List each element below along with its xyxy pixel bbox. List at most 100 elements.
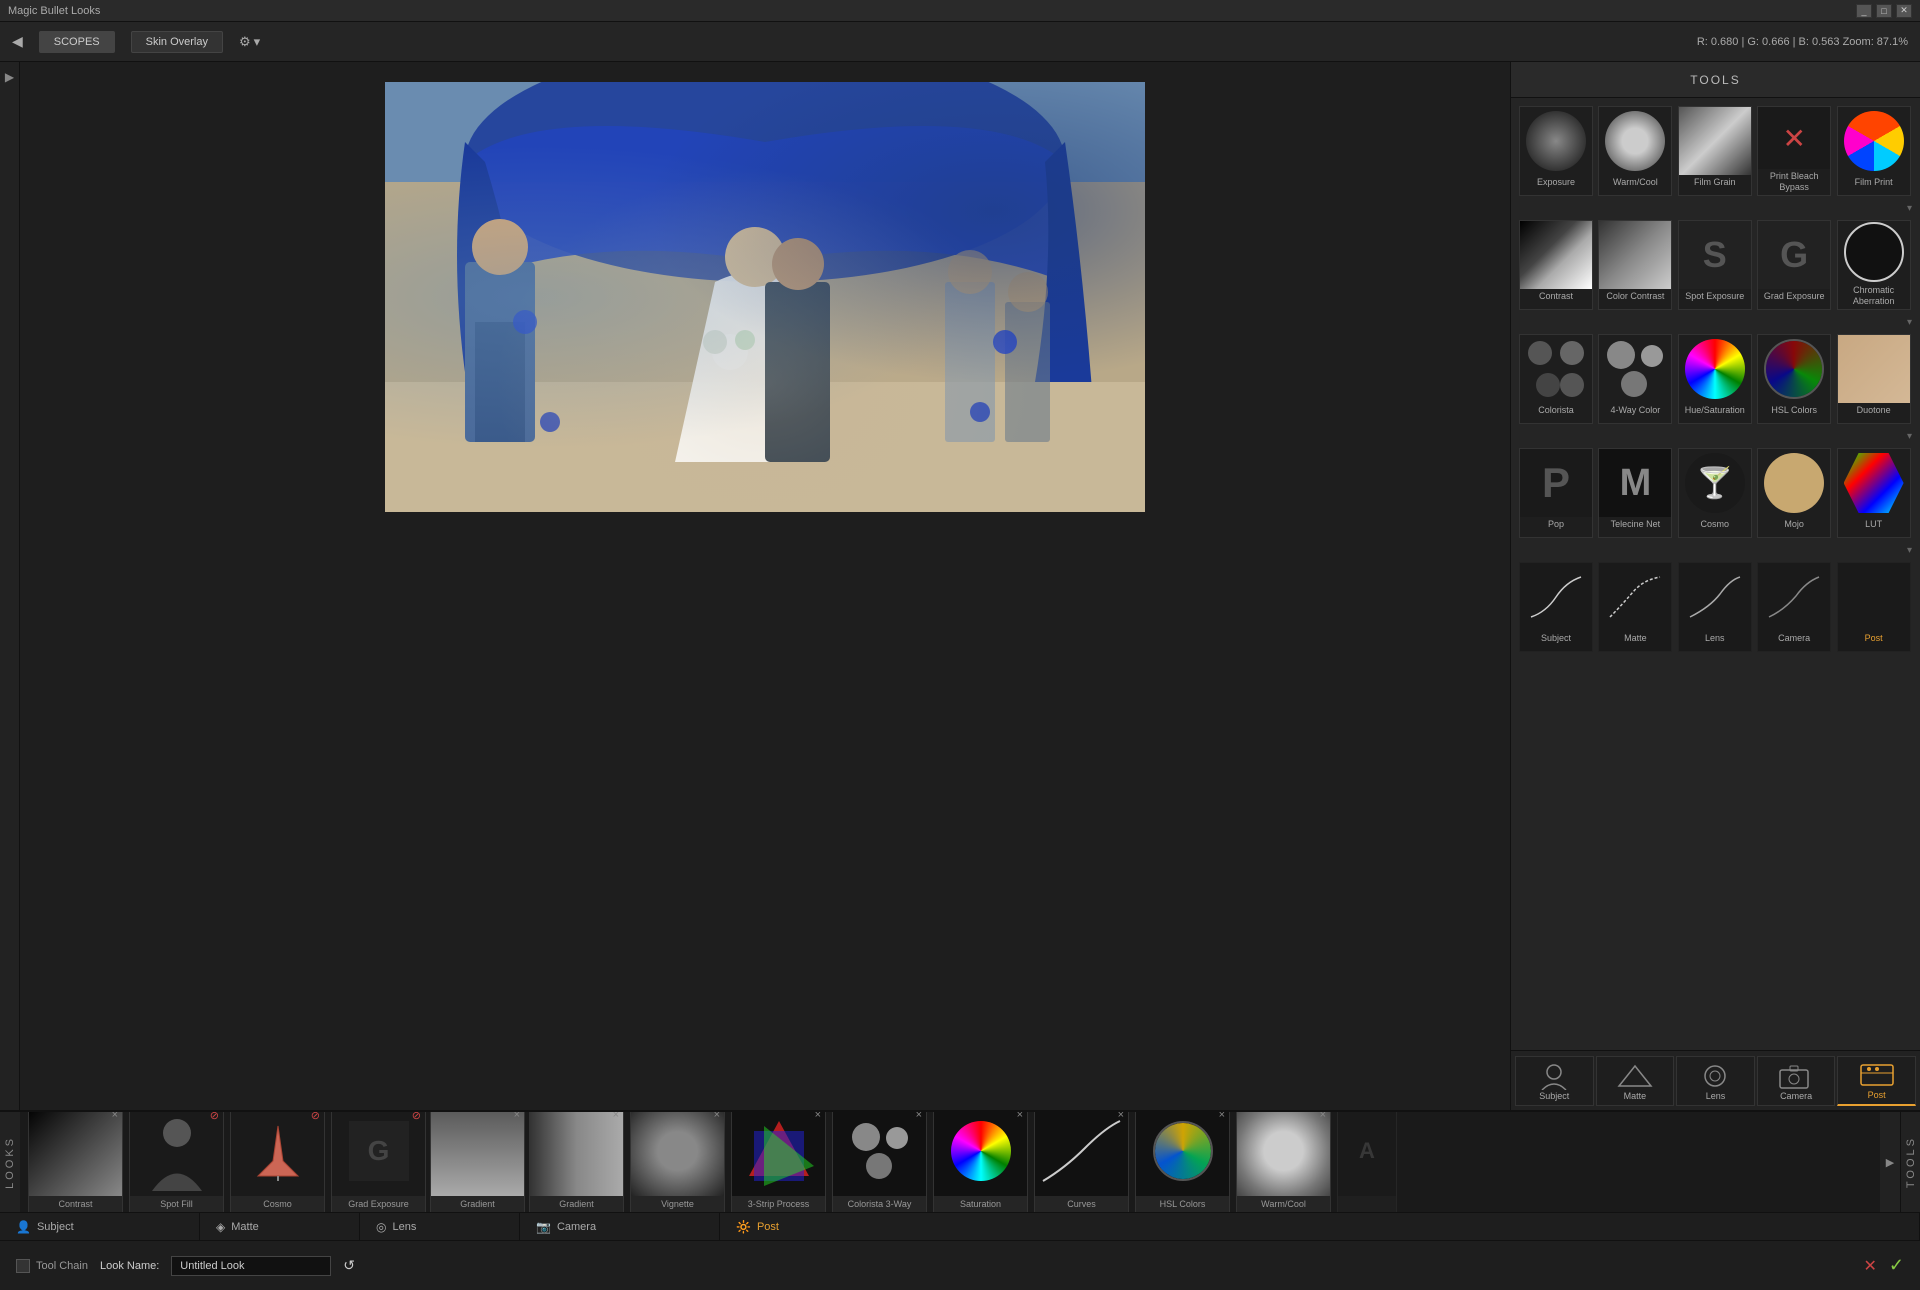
look-item-saturation[interactable]: × Saturation <box>933 1112 1028 1212</box>
tool-cosmo-thumb <box>1679 449 1751 517</box>
tool-contrast-label: Contrast <box>1537 289 1575 304</box>
tool-colorcontrast-thumb <box>1599 221 1671 289</box>
pipeline-camera-tab[interactable]: Camera <box>1757 1056 1836 1106</box>
tool-gradexposure[interactable]: Grad Exposure <box>1757 220 1831 310</box>
tool-chromatic[interactable]: Chromatic Aberration <box>1837 220 1911 310</box>
tool-chain-checkbox[interactable] <box>16 1259 30 1273</box>
look-close-curves[interactable]: × <box>1118 1112 1124 1121</box>
tool-spotexposure[interactable]: Spot Exposure <box>1678 220 1752 310</box>
tool-post-label[interactable]: Post <box>1837 562 1911 652</box>
look-name-hslcolors: HSL Colors <box>1157 1196 1209 1212</box>
tool-fourwaycolor[interactable]: 4-Way Color <box>1598 334 1672 424</box>
saturation-icon <box>951 1121 1011 1181</box>
settings-button[interactable]: ⚙ ▾ <box>239 34 260 50</box>
scopes-tab[interactable]: SCOPES <box>39 31 115 53</box>
tool-bleach[interactable]: Print Bleach Bypass <box>1757 106 1831 196</box>
look-item-contrast[interactable]: × Contrast <box>28 1112 123 1212</box>
tool-colorista-thumb <box>1520 335 1592 403</box>
post-pipe-text: Post <box>757 1221 779 1233</box>
sidebar-expand-arrow[interactable]: ▶ <box>5 70 14 84</box>
tool-telecinenet[interactable]: Telecine Net <box>1598 448 1672 538</box>
maximize-btn[interactable]: □ <box>1876 4 1892 18</box>
tool-cosmo[interactable]: Cosmo <box>1678 448 1752 538</box>
tool-warmcool[interactable]: Warm/Cool <box>1598 106 1672 196</box>
looks-scroll-right[interactable]: ▶ <box>1880 1112 1900 1212</box>
look-item-gradient2[interactable]: × Gradient <box>529 1112 624 1212</box>
tool-lut[interactable]: LUT <box>1837 448 1911 538</box>
look-close-gradfirst[interactable]: ⊘ <box>412 1112 421 1122</box>
tool-contrast-thumb <box>1520 221 1592 289</box>
row1-arrow[interactable]: ▾ <box>1907 203 1912 214</box>
tool-hslcolors-label: HSL Colors <box>1769 403 1819 418</box>
tool-colorcontrast[interactable]: Color Contrast <box>1598 220 1672 310</box>
tool-bleach-thumb <box>1758 107 1830 169</box>
look-close-colorista3[interactable]: × <box>916 1112 922 1121</box>
tool-filmprint[interactable]: Film Print <box>1837 106 1911 196</box>
colorcontrast-icon <box>1599 221 1671 289</box>
look-name-input[interactable] <box>171 1256 331 1276</box>
tool-filmgrain[interactable]: Film Grain <box>1678 106 1752 196</box>
look-item-colorista3[interactable]: × Colorista 3-Way <box>832 1112 927 1212</box>
tool-colorista[interactable]: Colorista <box>1519 334 1593 424</box>
reset-button[interactable]: ↺ <box>343 1257 355 1274</box>
spotfill-icon <box>142 1112 212 1191</box>
look-close-cosmo[interactable]: ⊘ <box>311 1112 320 1122</box>
look-close-gradient2[interactable]: × <box>613 1112 619 1121</box>
tool-contrast[interactable]: Contrast <box>1519 220 1593 310</box>
separator-row-4: ▾ <box>1519 542 1912 558</box>
look-close-hslcolors[interactable]: × <box>1219 1112 1225 1121</box>
post-thumb <box>1838 563 1910 631</box>
look-item-threestrip[interactable]: × 3-Strip Process <box>731 1112 826 1212</box>
look-item-gradient1[interactable]: × Gradient <box>430 1112 525 1212</box>
matte-pipe-icon: ◈ <box>216 1220 225 1234</box>
pipeline-matte-tab[interactable]: Matte <box>1596 1056 1675 1106</box>
tools-right-sidebar-bottom: TOOLS <box>1900 1112 1920 1212</box>
tool-exposure[interactable]: Exposure <box>1519 106 1593 196</box>
close-btn[interactable]: ✕ <box>1896 4 1912 18</box>
cancel-button[interactable]: ✕ <box>1864 1256 1877 1276</box>
look-close-spotfill[interactable]: ⊘ <box>210 1112 219 1122</box>
look-item-gradfirst[interactable]: ⊘ G Grad Exposure <box>331 1112 426 1212</box>
row2-arrow[interactable]: ▾ <box>1907 317 1912 328</box>
look-close-warmcool2[interactable]: × <box>1320 1112 1326 1121</box>
tool-pop[interactable]: Pop <box>1519 448 1593 538</box>
pipeline-lens-tab[interactable]: Lens <box>1676 1056 1755 1106</box>
look-item-vignette[interactable]: × Vignette <box>630 1112 725 1212</box>
look-item-cosmo[interactable]: ⊘ Cosmo <box>230 1112 325 1212</box>
pipeline-post-tab[interactable]: Post <box>1837 1056 1916 1106</box>
look-close-saturation[interactable]: × <box>1017 1112 1023 1121</box>
row3-arrow[interactable]: ▾ <box>1907 431 1912 442</box>
tool-huesaturation-thumb <box>1679 335 1751 403</box>
tool-duotone[interactable]: Duotone <box>1837 334 1911 424</box>
look-close-vignette[interactable]: × <box>714 1112 720 1121</box>
tool-subject-curve[interactable]: Subject <box>1519 562 1593 652</box>
ok-button[interactable]: ✓ <box>1889 1255 1904 1276</box>
look-item-hslcolors[interactable]: × HSL Colors <box>1135 1112 1230 1212</box>
look-close-gradient1[interactable]: × <box>514 1112 520 1121</box>
look-close-contrast[interactable]: × <box>112 1112 118 1121</box>
pipeline-subject-tab[interactable]: Subject <box>1515 1056 1594 1106</box>
look-close-threestrip[interactable]: × <box>815 1112 821 1121</box>
minimize-btn[interactable]: _ <box>1856 4 1872 18</box>
tool-chain-item: Tool Chain <box>16 1259 88 1273</box>
row4-arrow[interactable]: ▾ <box>1907 545 1912 556</box>
lens-tab-text: Lens <box>1706 1091 1726 1101</box>
skin-overlay-tab[interactable]: Skin Overlay <box>131 31 223 53</box>
pipe-label-post: 🔆 Post <box>720 1213 1920 1240</box>
look-item-spotfill[interactable]: ⊘ Spot Fill <box>129 1112 224 1212</box>
tool-duotone-label: Duotone <box>1855 403 1893 418</box>
matte-tab-icon <box>1610 1061 1660 1091</box>
nav-left-arrow[interactable]: ◀ <box>12 33 23 50</box>
tool-huesaturation[interactable]: Hue/Saturation <box>1678 334 1752 424</box>
tool-camera-curve[interactable]: Camera <box>1757 562 1831 652</box>
tools-title: TOOLS <box>1690 73 1740 87</box>
camera-tab-icon <box>1771 1061 1821 1091</box>
look-item-curves[interactable]: × Curves <box>1034 1112 1129 1212</box>
tool-mojo[interactable]: Mojo <box>1757 448 1831 538</box>
matte-curve-svg <box>1605 572 1665 622</box>
tool-lens-curve[interactable]: Lens <box>1678 562 1752 652</box>
look-thumb-saturation <box>934 1112 1027 1196</box>
tool-hslcolors[interactable]: HSL Colors <box>1757 334 1831 424</box>
tool-matte-curve[interactable]: Matte <box>1598 562 1672 652</box>
look-item-warmcool2[interactable]: × Warm/Cool <box>1236 1112 1331 1212</box>
